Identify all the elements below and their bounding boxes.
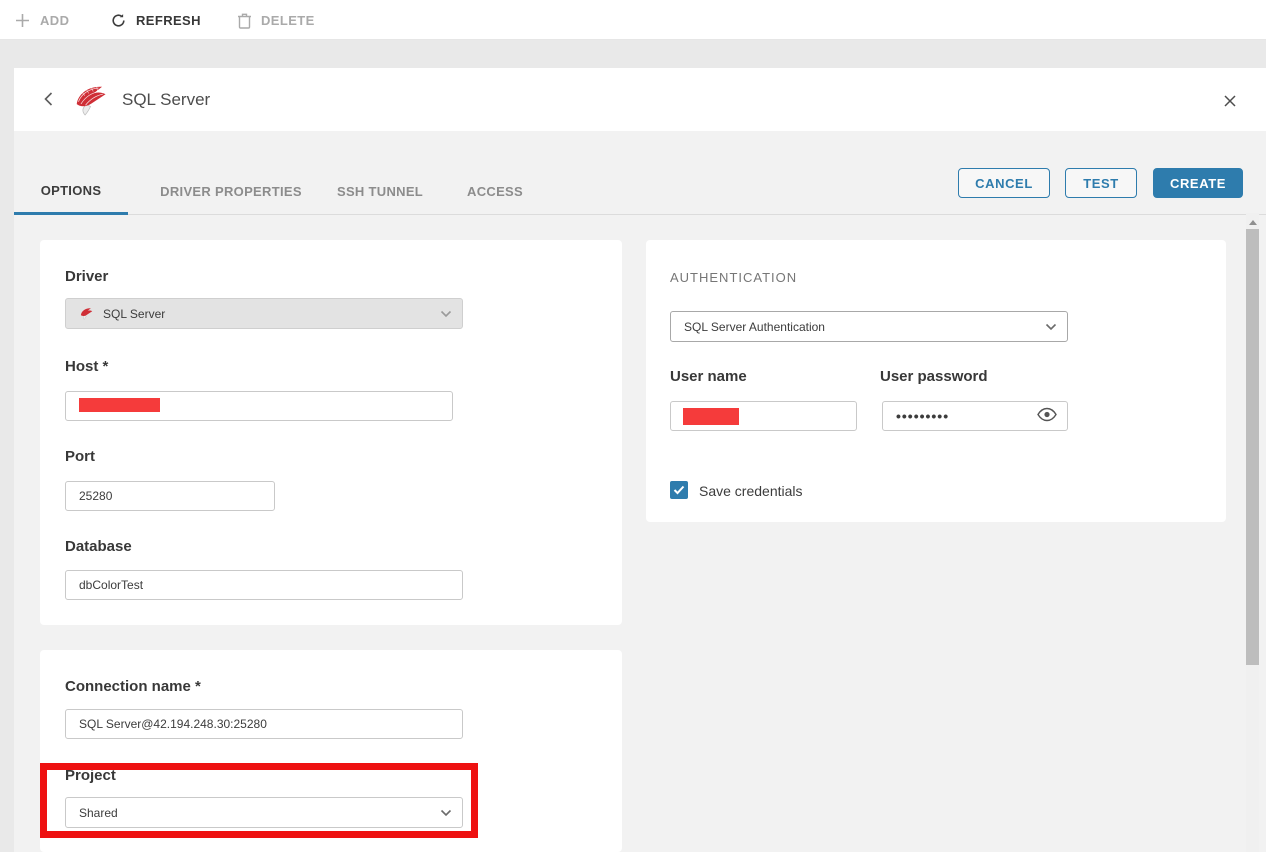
save-credentials-label: Save credentials	[699, 483, 803, 499]
port-input[interactable]	[65, 481, 275, 511]
driver-select[interactable]: SQL Server	[65, 298, 463, 329]
top-toolbar: ADD REFRESH DELETE	[0, 0, 1266, 40]
auth-method-select[interactable]: SQL Server Authentication	[670, 311, 1068, 342]
auth-method-value: SQL Server Authentication	[684, 320, 825, 334]
cancel-button[interactable]: CANCEL	[958, 168, 1050, 198]
port-label: Port	[65, 448, 95, 465]
connection-name-label: Connection name *	[65, 678, 201, 695]
add-button-label: ADD	[40, 13, 69, 28]
password-input[interactable]: •••••••••	[882, 401, 1068, 431]
authentication-heading: AUTHENTICATION	[670, 270, 797, 285]
tab-ssh-tunnel[interactable]: SSH TUNNEL	[316, 168, 444, 215]
chevron-down-icon	[440, 806, 452, 820]
authentication-card: AUTHENTICATION SQL Server Authentication…	[646, 240, 1226, 522]
refresh-button[interactable]: REFRESH	[110, 0, 201, 40]
username-label: User name	[670, 368, 747, 385]
refresh-button-label: REFRESH	[136, 13, 201, 28]
password-dots: •••••••••	[896, 408, 949, 424]
project-label: Project	[65, 767, 116, 784]
tab-driver-properties-label: DRIVER PROPERTIES	[160, 184, 302, 199]
dialog-header: SQL Server	[14, 68, 1266, 131]
add-button[interactable]: ADD	[14, 0, 69, 40]
delete-button[interactable]: DELETE	[237, 0, 315, 40]
project-select-value: Shared	[79, 806, 118, 820]
sql-server-mini-icon	[79, 306, 94, 321]
password-label: User password	[880, 368, 988, 385]
driver-label: Driver	[65, 268, 108, 285]
tab-options-label: OPTIONS	[41, 183, 102, 198]
database-label: Database	[65, 538, 132, 555]
refresh-icon	[110, 12, 127, 29]
database-input[interactable]	[65, 570, 463, 600]
driver-select-value: SQL Server	[103, 307, 165, 321]
tab-ssh-tunnel-label: SSH TUNNEL	[337, 184, 423, 199]
connection-name-input[interactable]	[65, 709, 463, 739]
project-select[interactable]: Shared	[65, 797, 463, 828]
redacted-host-value	[79, 398, 160, 412]
connection-naming-card: Connection name * Project Shared	[40, 650, 622, 852]
test-button-label: TEST	[1083, 176, 1119, 191]
chevron-down-icon	[1045, 320, 1057, 334]
tab-options[interactable]: OPTIONS	[14, 168, 128, 215]
save-credentials-checkbox[interactable]	[670, 481, 688, 499]
tab-access[interactable]: ACCESS	[444, 168, 546, 215]
vertical-scrollbar-thumb[interactable]	[1246, 229, 1259, 665]
scrollbar-up-arrow-icon[interactable]	[1249, 220, 1257, 225]
host-label: Host *	[65, 358, 108, 375]
back-button[interactable]	[38, 88, 60, 110]
dialog-title: SQL Server	[122, 90, 210, 110]
close-icon[interactable]	[1220, 91, 1240, 111]
delete-button-label: DELETE	[261, 13, 315, 28]
eye-icon[interactable]	[1036, 407, 1058, 426]
redacted-username-value	[683, 408, 739, 425]
create-button-label: CREATE	[1170, 176, 1226, 191]
sql-server-logo-icon	[72, 81, 110, 119]
connection-options-card: Driver SQL Server Host *	[40, 240, 622, 625]
cancel-button-label: CANCEL	[975, 176, 1033, 191]
tab-access-label: ACCESS	[467, 184, 523, 199]
tab-driver-properties[interactable]: DRIVER PROPERTIES	[146, 168, 316, 215]
create-button[interactable]: CREATE	[1153, 168, 1243, 198]
connection-dialog-panel: SQL Server OPTIONS DRIVER PROPERTIES SSH…	[14, 68, 1266, 852]
trash-icon	[237, 12, 252, 29]
plus-icon	[14, 12, 31, 29]
test-button[interactable]: TEST	[1065, 168, 1137, 198]
cloudbeaver-connection-dialog: ADD REFRESH DELETE	[0, 0, 1266, 852]
chevron-down-icon	[440, 307, 452, 321]
